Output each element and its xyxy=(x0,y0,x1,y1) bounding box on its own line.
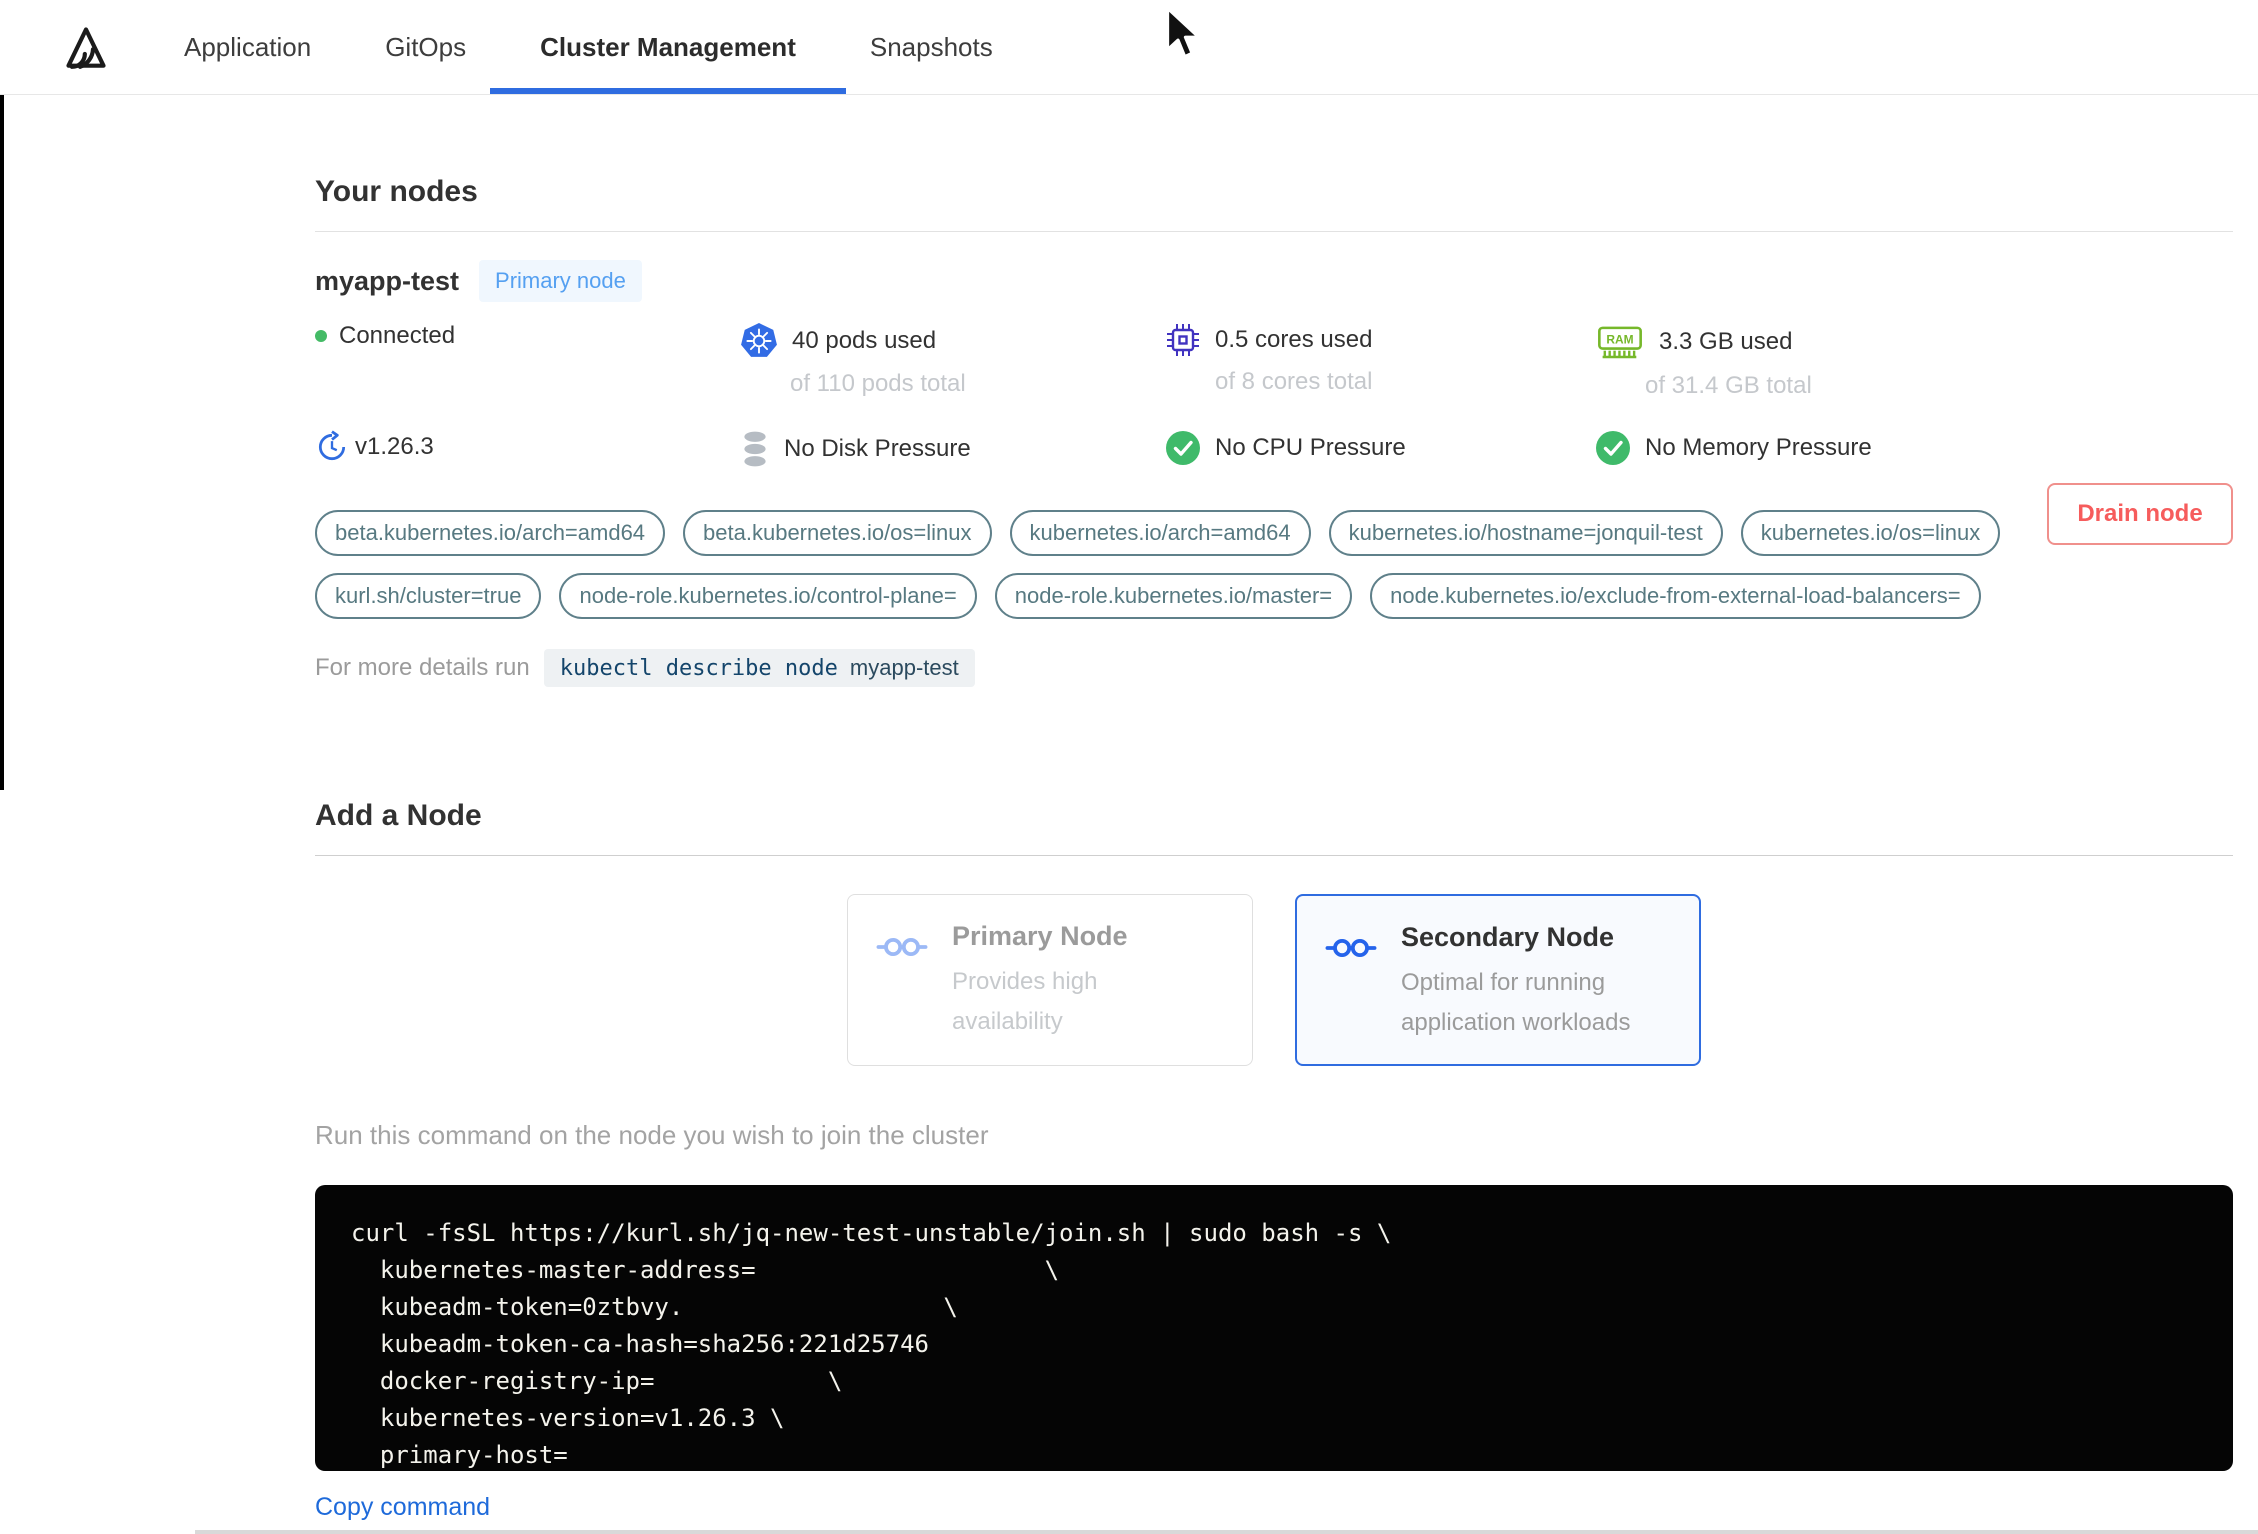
secondary-card-subtitle: Optimal for running application workload… xyxy=(1401,969,1631,1036)
pods-total-value: of 110 pods total xyxy=(790,370,966,397)
node-label-pill: beta.kubernetes.io/os=linux xyxy=(683,510,992,556)
node-labels: beta.kubernetes.io/arch=amd64 beta.kuber… xyxy=(315,510,2005,619)
drain-node-button[interactable]: Drain node xyxy=(2047,483,2233,545)
ram-icon: RAM xyxy=(1595,322,1645,362)
node-label-pill: node-role.kubernetes.io/control-plane= xyxy=(559,573,977,619)
join-command-line: primary-host= xyxy=(351,1441,568,1469)
join-command-line: kubernetes-version=v1.26.3 \ xyxy=(351,1404,785,1432)
node-label-pill: beta.kubernetes.io/arch=amd64 xyxy=(315,510,666,556)
join-command-line: kubernetes-master-address= \ xyxy=(351,1256,1060,1284)
top-nav: Application GitOps Cluster Management Sn… xyxy=(0,0,2258,95)
node-label-pill: node.kubernetes.io/exclude-from-external… xyxy=(1370,573,1981,619)
node-card: myapp-test Primary node Connected 40 pod… xyxy=(315,260,2233,687)
check-icon xyxy=(1165,430,1201,466)
node-label-pill: node-role.kubernetes.io/master= xyxy=(994,573,1353,619)
describe-command-text: kubectl describe node xyxy=(559,656,838,681)
join-command-line: docker-registry-ip= \ xyxy=(351,1367,843,1395)
primary-node-card[interactable]: Primary Node Provides high availability xyxy=(847,894,1253,1066)
section-divider xyxy=(315,231,2233,232)
node-label-pill: kubernetes.io/os=linux xyxy=(1740,510,2001,556)
node-link-icon xyxy=(876,933,928,1039)
tab-cluster-management[interactable]: Cluster Management xyxy=(490,0,846,94)
mouse-cursor-icon xyxy=(1163,6,1205,69)
memory-used-value: 3.3 GB used xyxy=(1659,328,1793,355)
kubernetes-version: v1.26.3 xyxy=(355,433,434,460)
add-a-node-title: Add a Node xyxy=(315,799,482,832)
secondary-node-card[interactable]: Secondary Node Optimal for running appli… xyxy=(1295,894,1701,1066)
replicated-logo-icon xyxy=(58,0,116,94)
version-icon xyxy=(315,430,349,464)
join-command-line: curl -fsSL https://kurl.sh/jq-new-test-u… xyxy=(351,1219,1392,1247)
window-bottom-edge xyxy=(195,1530,2258,1534)
secondary-card-title: Secondary Node xyxy=(1401,922,1615,952)
primary-card-subtitle: Provides high availability xyxy=(952,968,1098,1035)
node-label-pill: kubernetes.io/arch=amd64 xyxy=(1009,510,1311,556)
tab-application[interactable]: Application xyxy=(180,0,315,94)
copy-command-link[interactable]: Copy command xyxy=(315,1493,490,1522)
cluster-management-page: Application GitOps Cluster Management Sn… xyxy=(0,0,2258,1534)
section-divider xyxy=(315,855,2233,856)
kubernetes-icon xyxy=(740,322,778,360)
tab-gitops[interactable]: GitOps xyxy=(381,0,470,94)
connected-status-icon xyxy=(315,330,327,342)
node-link-icon xyxy=(1325,934,1377,1038)
tab-snapshots[interactable]: Snapshots xyxy=(866,0,997,94)
join-command-block: curl -fsSL https://kurl.sh/jq-new-test-u… xyxy=(315,1185,2233,1471)
pods-used-value: 40 pods used xyxy=(792,327,937,354)
join-instruction: Run this command on the node you wish to… xyxy=(315,1120,989,1150)
memory-pressure-status: No Memory Pressure xyxy=(1645,434,1872,461)
svg-text:RAM: RAM xyxy=(1606,333,1633,347)
cores-total-value: of 8 cores total xyxy=(1215,368,1373,395)
nav-tabs: Application GitOps Cluster Management Sn… xyxy=(180,0,1063,94)
window-left-edge xyxy=(0,0,4,790)
cpu-pressure-status: No CPU Pressure xyxy=(1215,434,1406,461)
describe-command-node-name: myapp-test xyxy=(849,655,959,680)
your-nodes-title: Your nodes xyxy=(315,175,478,208)
join-command-line: kubeadm-token=0ztbvy. \ xyxy=(351,1293,958,1321)
cores-used-value: 0.5 cores used xyxy=(1215,326,1373,353)
details-prefix: For more details run xyxy=(315,654,530,681)
node-label-pill: kubernetes.io/hostname=jonquil-test xyxy=(1328,510,1723,556)
describe-node-command: kubectl describe node myapp-test xyxy=(543,649,975,687)
disk-pressure-status: No Disk Pressure xyxy=(784,435,971,462)
join-command-line: kubeadm-token-ca-hash=sha256:221d25746 xyxy=(351,1330,929,1358)
cpu-icon xyxy=(1165,322,1201,358)
node-label-pill: kurl.sh/cluster=true xyxy=(315,573,542,619)
memory-total-value: of 31.4 GB total xyxy=(1645,372,1812,399)
node-name: myapp-test xyxy=(315,265,460,296)
disk-icon xyxy=(740,430,770,468)
primary-node-badge: Primary node xyxy=(479,260,642,302)
check-icon xyxy=(1595,430,1631,466)
primary-card-title: Primary Node xyxy=(952,921,1128,951)
node-status: Connected xyxy=(339,322,456,349)
